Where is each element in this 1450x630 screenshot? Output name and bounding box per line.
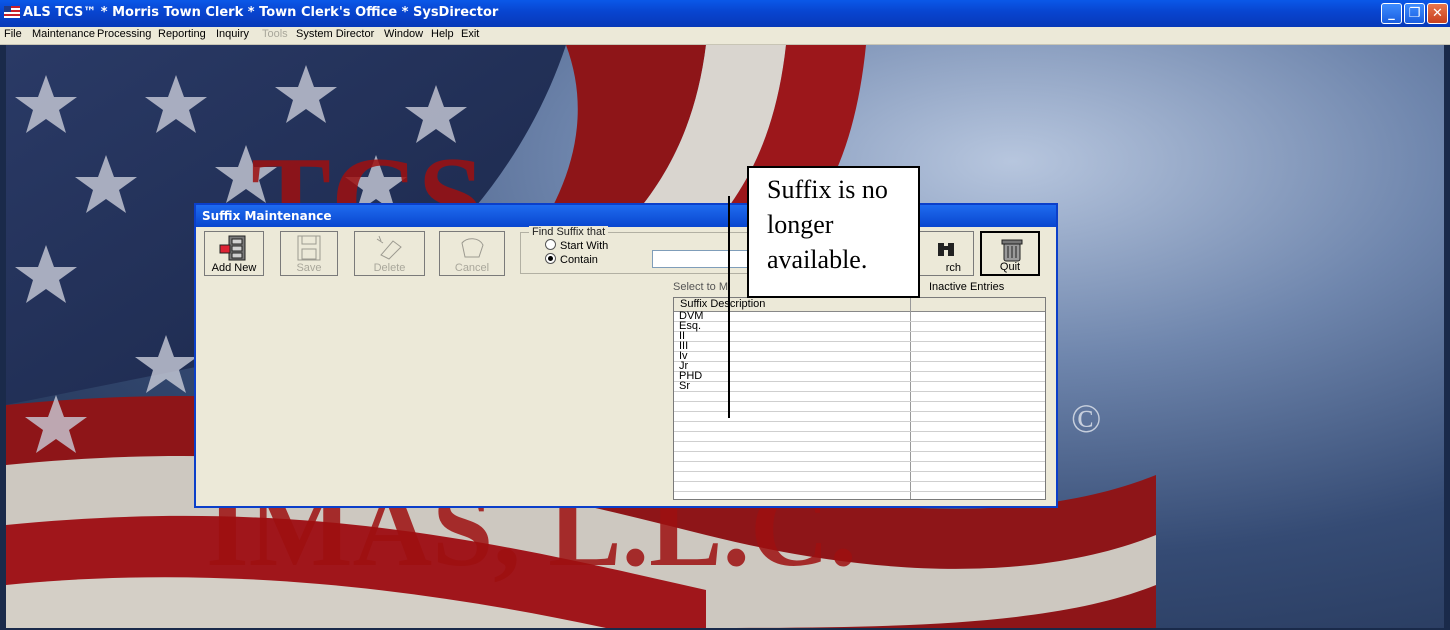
- menu-bar: File Maintenance Processing Reporting In…: [0, 27, 1450, 45]
- table-row[interactable]: [674, 442, 1045, 452]
- close-button[interactable]: ✕: [1427, 3, 1448, 24]
- add-new-button[interactable]: Add New: [204, 231, 264, 276]
- delete-button[interactable]: Delete: [354, 231, 425, 276]
- table-row[interactable]: [674, 452, 1045, 462]
- menu-maintenance[interactable]: Maintenance: [32, 28, 95, 40]
- menu-help[interactable]: Help: [431, 28, 454, 40]
- contain-radio[interactable]: Contain: [545, 253, 598, 266]
- menu-processing[interactable]: Processing: [97, 28, 151, 40]
- row-value: Sr: [679, 380, 690, 392]
- search-label: rch: [945, 262, 961, 274]
- menu-system-director[interactable]: System Director: [296, 28, 374, 40]
- callout-line-3: available.: [767, 245, 868, 274]
- dialog-title: Suffix Maintenance: [202, 209, 332, 223]
- table-row[interactable]: [674, 472, 1045, 482]
- find-suffix-input[interactable]: [652, 250, 752, 268]
- callout-line-2: longer: [767, 210, 834, 239]
- restore-button[interactable]: ❐: [1404, 3, 1425, 24]
- save-label: Save: [296, 262, 322, 274]
- contain-radio-dot: [545, 253, 556, 264]
- floppy-disk-icon: [297, 235, 321, 261]
- cancel-label: Cancel: [454, 262, 490, 274]
- suffix-maintenance-dialog: Suffix Maintenance Add New Save Delete C…: [194, 203, 1058, 508]
- suffix-description-header[interactable]: Suffix Description: [680, 298, 765, 310]
- table-row[interactable]: [674, 432, 1045, 442]
- table-row[interactable]: [674, 462, 1045, 472]
- start-with-radio[interactable]: Start With: [545, 239, 608, 252]
- quit-label: Quit: [999, 261, 1021, 273]
- cancel-button[interactable]: Cancel: [439, 231, 505, 276]
- flag-icon: [4, 6, 20, 18]
- menu-reporting[interactable]: Reporting: [158, 28, 206, 40]
- inactive-entries-label[interactable]: Inactive Entries: [929, 281, 1004, 293]
- menu-tools[interactable]: Tools: [262, 28, 288, 40]
- callout-line-1: Suffix is no: [767, 175, 888, 204]
- select-to-modify-label: Select to M: [673, 281, 729, 293]
- trash-can-icon: [1001, 239, 1023, 262]
- menu-exit[interactable]: Exit: [461, 28, 479, 40]
- app-title: ALS TCS™ * Morris Town Clerk * Town Cler…: [23, 5, 499, 20]
- copyright-symbol: ©: [1071, 396, 1102, 441]
- start-with-label: Start With: [560, 240, 609, 252]
- app-titlebar: ALS TCS™ * Morris Town Clerk * Town Cler…: [0, 0, 1450, 27]
- dialog-titlebar: Suffix Maintenance: [196, 205, 1056, 227]
- add-new-label: Add New: [211, 262, 257, 274]
- undo-icon: [461, 238, 484, 258]
- delete-label: Delete: [373, 262, 406, 274]
- minimize-button[interactable]: _: [1381, 3, 1402, 24]
- menu-window[interactable]: Window: [384, 28, 423, 40]
- file-cabinet-icon: [219, 235, 246, 261]
- menu-inquiry[interactable]: Inquiry: [216, 28, 249, 40]
- table-row[interactable]: [674, 482, 1045, 492]
- start-with-radio-dot: [545, 239, 556, 250]
- binoculars-icon: [938, 243, 954, 256]
- menu-file[interactable]: File: [4, 28, 22, 40]
- table-row[interactable]: [674, 422, 1045, 432]
- eraser-icon: [376, 235, 402, 260]
- contain-label: Contain: [560, 254, 598, 266]
- annotation-callout: Suffix is no longer available.: [747, 166, 920, 298]
- quit-button[interactable]: Quit: [980, 231, 1040, 276]
- search-button[interactable]: rch: [914, 231, 974, 276]
- callout-pointer-line: [728, 196, 730, 418]
- find-suffix-legend: Find Suffix that: [529, 226, 609, 238]
- save-button[interactable]: Save: [280, 231, 338, 276]
